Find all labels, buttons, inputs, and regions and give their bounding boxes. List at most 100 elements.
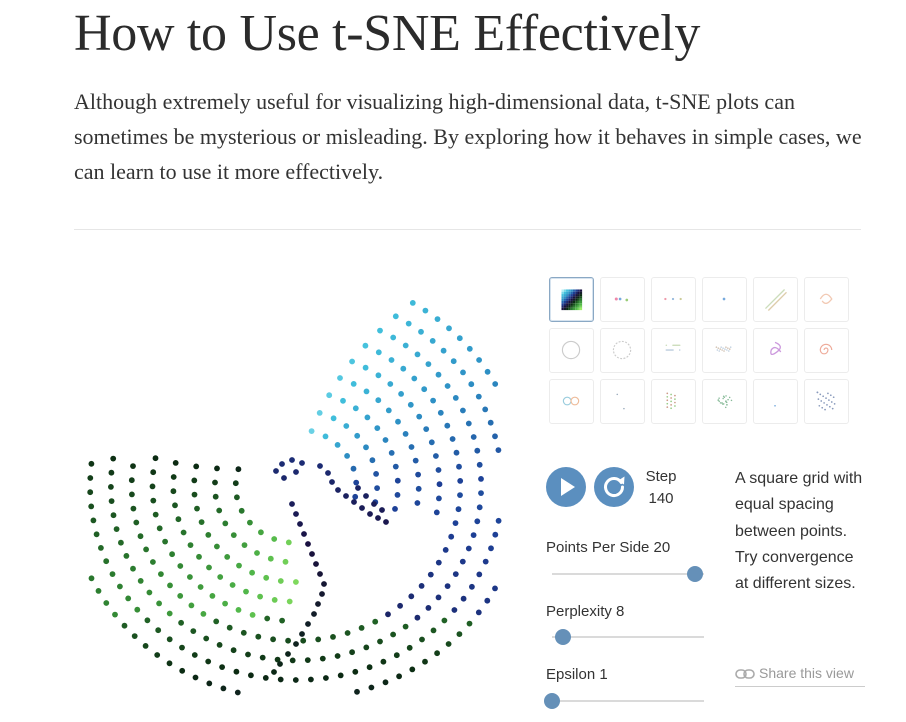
plot-point bbox=[289, 501, 295, 507]
plot-point bbox=[482, 406, 489, 413]
plot-point bbox=[460, 369, 466, 376]
plot-point bbox=[143, 546, 149, 553]
plot-point bbox=[158, 571, 164, 577]
plot-point bbox=[475, 609, 482, 616]
plot-point bbox=[285, 651, 291, 657]
plot-point bbox=[422, 658, 428, 665]
plot-point bbox=[285, 637, 291, 644]
restart-icon bbox=[604, 476, 625, 497]
plot-point bbox=[393, 652, 400, 659]
dataset-thumbnail[interactable] bbox=[549, 277, 594, 322]
plot-point bbox=[166, 636, 173, 643]
dataset-thumbnail[interactable] bbox=[549, 328, 594, 373]
plot-point bbox=[469, 583, 475, 590]
plot-point bbox=[470, 434, 477, 440]
plot-point bbox=[234, 494, 240, 501]
plot-point bbox=[88, 575, 95, 582]
plot-point bbox=[305, 621, 311, 627]
plot-point bbox=[449, 436, 456, 442]
dataset-thumbnail[interactable] bbox=[600, 328, 645, 373]
dataset-thumbnail[interactable] bbox=[600, 277, 645, 322]
dataset-thumbnail[interactable] bbox=[804, 379, 849, 424]
plot-point bbox=[262, 675, 269, 681]
plot-point bbox=[382, 437, 389, 443]
plot-point bbox=[238, 507, 245, 514]
plot-point bbox=[299, 460, 305, 466]
plot-point bbox=[392, 506, 398, 512]
plot-point bbox=[198, 519, 205, 525]
dataset-thumbnail[interactable] bbox=[651, 277, 696, 322]
plot-point bbox=[257, 593, 263, 600]
divider bbox=[74, 229, 861, 230]
dataset-thumbnail[interactable] bbox=[753, 277, 798, 322]
perplexity-slider[interactable] bbox=[552, 629, 704, 645]
page-title: How to Use t-SNE Effectively bbox=[74, 5, 701, 62]
dataset-thumbnail[interactable] bbox=[804, 328, 849, 373]
plot-point bbox=[456, 631, 463, 637]
dataset-thumbnail[interactable] bbox=[804, 277, 849, 322]
plot-point bbox=[90, 517, 97, 524]
plot-point bbox=[172, 460, 179, 466]
plot-point bbox=[190, 628, 197, 634]
plot-point bbox=[329, 479, 335, 485]
plot-point bbox=[344, 453, 350, 459]
plot-point bbox=[368, 684, 375, 691]
plot-point bbox=[430, 397, 436, 404]
dataset-thumbnail[interactable] bbox=[600, 379, 645, 424]
plot-point bbox=[352, 493, 359, 500]
plot-point bbox=[470, 532, 477, 538]
plot-point bbox=[309, 551, 315, 557]
plot-point bbox=[444, 422, 451, 429]
points-per-side-slider-knob[interactable] bbox=[686, 566, 703, 582]
restart-button[interactable] bbox=[594, 467, 634, 507]
plot-point bbox=[394, 492, 401, 498]
share-link[interactable]: Share this view bbox=[735, 660, 865, 687]
plot-point bbox=[366, 664, 373, 671]
plot-point bbox=[476, 357, 482, 363]
epsilon-slider-knob[interactable] bbox=[544, 693, 560, 709]
plot-point bbox=[130, 463, 136, 469]
dataset-thumbnail[interactable] bbox=[702, 277, 747, 322]
plot-point bbox=[169, 551, 175, 558]
plot-point bbox=[353, 479, 360, 486]
plot-point bbox=[418, 328, 424, 335]
dataset-thumbnail[interactable] bbox=[549, 379, 594, 424]
dataset-thumbnail[interactable] bbox=[702, 379, 747, 424]
plot-point bbox=[235, 607, 242, 613]
plot-point bbox=[305, 541, 311, 547]
plot-point bbox=[247, 519, 253, 526]
plot-point bbox=[456, 335, 463, 342]
plot-point bbox=[448, 533, 455, 540]
plot-point bbox=[178, 619, 184, 626]
plot-point bbox=[450, 358, 457, 365]
play-button[interactable] bbox=[546, 467, 586, 507]
plot-point bbox=[110, 455, 117, 462]
trefoil-icon bbox=[770, 341, 782, 356]
plot-point bbox=[478, 476, 484, 482]
plot-point bbox=[245, 651, 251, 658]
plot-point bbox=[175, 516, 182, 523]
dataset-thumbnail[interactable] bbox=[753, 328, 798, 373]
plot-point bbox=[258, 529, 264, 536]
plot-point bbox=[297, 521, 303, 527]
plot-point bbox=[453, 449, 460, 456]
dataset-thumbnail[interactable] bbox=[753, 379, 798, 424]
plot-point bbox=[451, 607, 458, 613]
plot-point bbox=[131, 633, 138, 639]
intro-paragraph: Although extremely useful for visualizin… bbox=[74, 89, 862, 184]
epsilon-slider[interactable] bbox=[544, 693, 704, 709]
dataset-thumbnail[interactable] bbox=[651, 328, 696, 373]
dataset-thumbnail[interactable] bbox=[651, 379, 696, 424]
perplexity-slider-knob[interactable] bbox=[554, 629, 571, 645]
plot-point bbox=[273, 468, 279, 474]
plot-point bbox=[98, 545, 104, 551]
plot-point bbox=[427, 571, 434, 578]
plot-point bbox=[323, 675, 329, 681]
plot-point bbox=[170, 474, 177, 480]
dataset-thumbnail[interactable] bbox=[702, 328, 747, 373]
plot-point bbox=[87, 489, 94, 496]
points-per-side-slider[interactable] bbox=[552, 566, 704, 582]
plot-point bbox=[243, 588, 249, 595]
plot-point bbox=[187, 542, 194, 548]
plot-point bbox=[343, 493, 349, 499]
